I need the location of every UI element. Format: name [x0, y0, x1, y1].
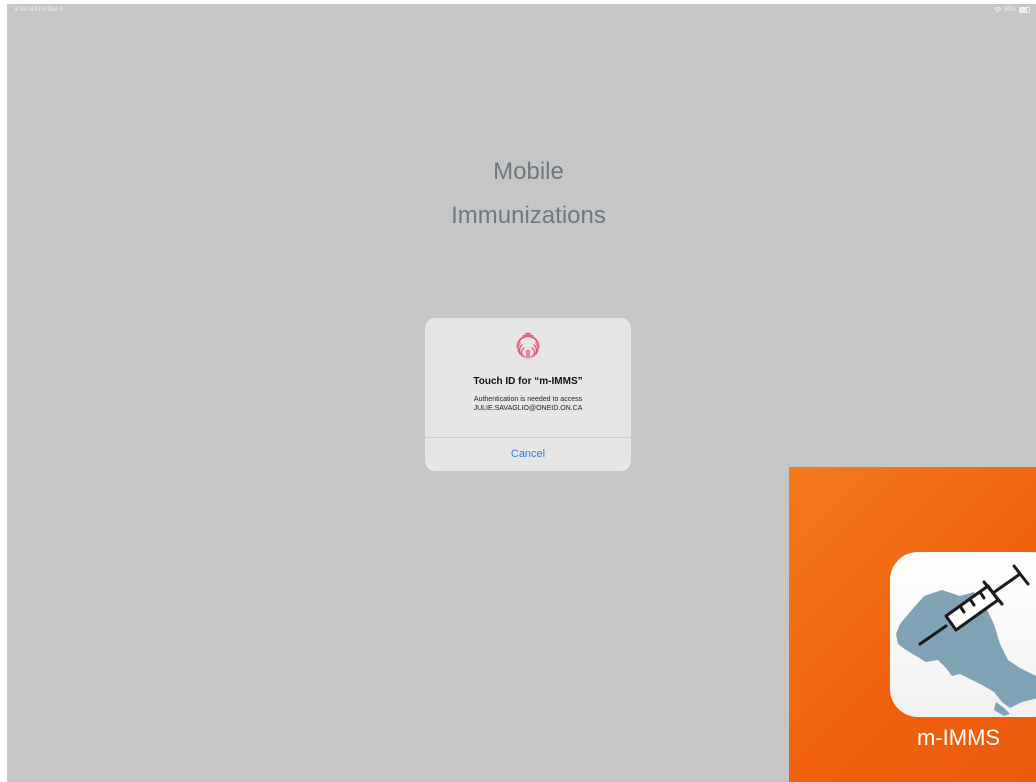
app-title-line-1: Mobile — [493, 158, 564, 185]
alert-message-line-2: JULIE.SAVAGLIO@ONEID.ON.CA — [473, 405, 583, 412]
cancel-button[interactable]: Cancel — [425, 438, 631, 471]
alert-message-line-1: Authentication is needed to access — [473, 396, 583, 403]
app-icon[interactable] — [890, 552, 1036, 717]
alert-message: Authentication is needed to access JULIE… — [433, 395, 623, 413]
app-tile: m-IMMS — [789, 467, 1036, 782]
battery-percent: 80% — [1003, 7, 1016, 13]
syringe-ontario-icon — [896, 564, 1036, 716]
status-time-date: 8:44 AM Fri Mar 4 — [15, 7, 63, 13]
fingerprint-icon — [516, 332, 540, 359]
alert-title: Touch ID for “m-IMMS” — [473, 376, 583, 387]
app-title-line-2: Immunizations — [451, 202, 606, 229]
battery-fill — [1020, 8, 1028, 12]
app-label: m-IMMS — [917, 725, 1001, 750]
wifi-icon — [994, 7, 1002, 13]
status-bar: 8:44 AM Fri Mar 4 80% — [7, 4, 1036, 16]
battery-icon — [1019, 7, 1030, 13]
status-right-group: 80% — [994, 4, 1030, 16]
touch-id-alert: Touch ID for “m-IMMS” Authentication is … — [425, 318, 631, 471]
